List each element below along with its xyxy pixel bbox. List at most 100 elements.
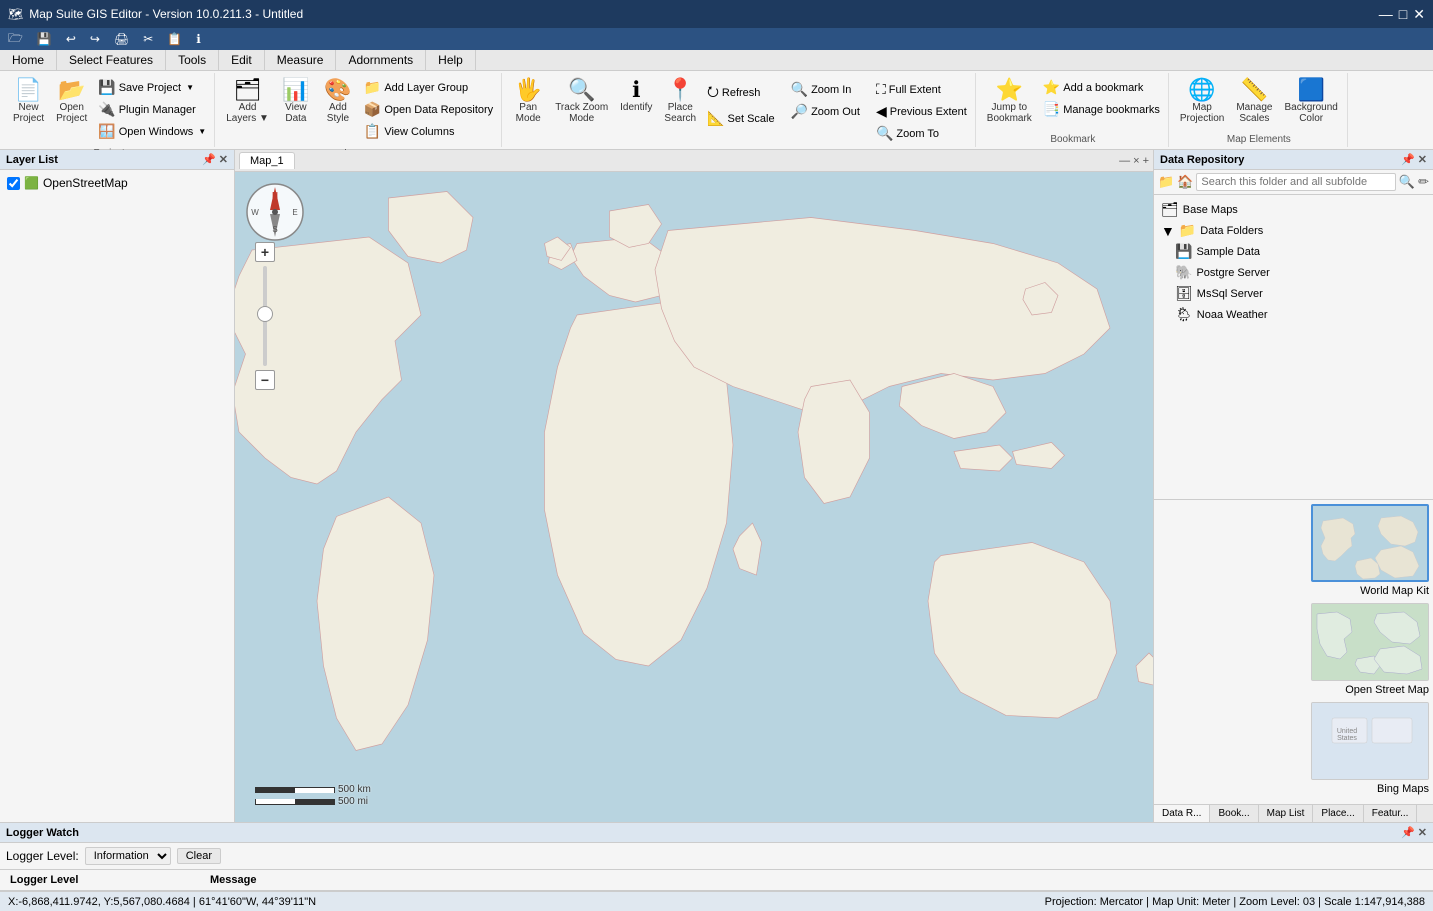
qa-info[interactable]: ℹ	[192, 31, 205, 47]
layer-panel-close[interactable]: ✕	[219, 153, 228, 166]
repo-tab-data[interactable]: Data R...	[1154, 805, 1210, 822]
place-search-button[interactable]: 📍 PlaceSearch	[659, 75, 701, 128]
identify-button[interactable]: ℹ Identify	[615, 75, 657, 117]
zoom-plus-button[interactable]: +	[255, 242, 275, 262]
map-tab[interactable]: Map_1	[239, 152, 295, 169]
open-windows-button[interactable]: 🪟 Open Windows▼	[94, 121, 210, 142]
zoom-thumb[interactable]	[257, 306, 273, 322]
zoom-minus-button[interactable]: −	[255, 370, 275, 390]
tree-sample-data[interactable]: 💾 Sample Data	[1172, 241, 1429, 262]
tab-tools[interactable]: Tools	[166, 50, 219, 70]
save-project-button[interactable]: 💾 Save Project▼	[94, 77, 210, 98]
data-folders-expand: ▼	[1161, 223, 1175, 239]
qa-save[interactable]: 💾	[33, 31, 56, 47]
tree-noaa-weather[interactable]: 🌦 Noaa Weather	[1172, 304, 1429, 325]
open-project-button[interactable]: 📂 OpenProject	[51, 75, 92, 128]
map-expand[interactable]: +	[1143, 155, 1149, 167]
logger-close[interactable]: ✕	[1418, 826, 1427, 839]
tree-data-folders[interactable]: ▼ 📁 Data Folders	[1158, 220, 1429, 241]
layer-panel-pin[interactable]: 📌	[202, 153, 216, 166]
map-tab-title: Map_1	[250, 155, 284, 167]
qa-undo[interactable]: ↩	[62, 31, 80, 47]
title-bar-controls[interactable]: — □ ✕	[1379, 6, 1425, 23]
repo-tab-book[interactable]: Book...	[1210, 805, 1258, 822]
logger-clear-button[interactable]: Clear	[177, 848, 221, 864]
add-layers-button[interactable]: 🗂 AddLayers ▼	[221, 75, 274, 128]
tree-mssql-server[interactable]: 🗄 MsSql Server	[1172, 283, 1429, 304]
jump-bookmark-button[interactable]: ⭐ Jump toBookmark	[982, 75, 1037, 128]
map-minimize[interactable]: —	[1119, 155, 1130, 167]
set-scale-button[interactable]: 📐 Set Scale	[703, 108, 779, 129]
open-data-repo-button[interactable]: 📦 Open Data Repository	[360, 99, 497, 120]
ribbon: Home Select Features Tools Edit Measure …	[0, 50, 1433, 150]
view-data-button[interactable]: 📊 ViewData	[276, 75, 316, 128]
add-style-button[interactable]: 🎨 AddStyle	[318, 75, 358, 128]
map-projection-button[interactable]: 🌐 MapProjection	[1175, 75, 1229, 128]
pan-mode-button[interactable]: 🖐 PanMode	[508, 75, 548, 128]
tab-select-features[interactable]: Select Features	[57, 50, 166, 70]
manage-bookmarks-button[interactable]: 📑 Manage bookmarks	[1039, 99, 1164, 120]
ribbon-group-bookmark: ⭐ Jump toBookmark ⭐ Add a bookmark 📑 Man…	[978, 73, 1169, 147]
tree-postgre-server[interactable]: 🐘 Postgre Server	[1172, 262, 1429, 283]
tab-adornments[interactable]: Adornments	[336, 50, 426, 70]
repo-pin[interactable]: 📌	[1401, 153, 1415, 166]
app-icon: 🗺	[8, 7, 23, 21]
tree-base-maps[interactable]: 🗂 Base Maps	[1158, 199, 1429, 220]
qa-redo[interactable]: ↪	[86, 31, 104, 47]
repo-header: Data Repository 📌 ✕	[1154, 150, 1433, 170]
qa-cut[interactable]: ✂	[139, 31, 157, 47]
add-layer-group-button[interactable]: 📁 Add Layer Group	[360, 77, 497, 98]
repo-edit-icon[interactable]: ✏	[1418, 174, 1429, 190]
close-button[interactable]: ✕	[1413, 6, 1425, 23]
thumb-open-street-map[interactable]: Open Street Map	[1158, 603, 1429, 696]
repo-tab-place[interactable]: Place...	[1313, 805, 1363, 822]
repo-tab-feature[interactable]: Featur...	[1364, 805, 1418, 822]
prev-extent-button[interactable]: ◀ Previous Extent	[872, 101, 971, 122]
bookmark-icon: ⭐	[996, 79, 1023, 101]
layers-small-btns: 📁 Add Layer Group 📦 Open Data Repository…	[360, 75, 497, 144]
track-zoom-button[interactable]: 🔍 Track ZoomMode	[550, 75, 613, 128]
manage-scales-button[interactable]: 📏 ManageScales	[1231, 75, 1277, 128]
logger-level-select[interactable]: Information Debug Warning Error	[85, 847, 171, 865]
data-repo-icon: 📦	[364, 101, 381, 118]
map-tab-bar: Map_1 — × +	[235, 150, 1153, 172]
qa-new[interactable]: 🗁	[4, 28, 27, 51]
qa-paste[interactable]: 📋	[163, 31, 186, 47]
world-map-kit-label: World Map Kit	[1360, 585, 1429, 597]
add-bookmark-button[interactable]: ⭐ Add a bookmark	[1039, 77, 1164, 98]
map-canvas[interactable]: N S W E + −	[235, 172, 1153, 822]
zoom-out-button[interactable]: 🔎 Zoom Out	[787, 101, 864, 122]
tab-edit[interactable]: Edit	[219, 50, 265, 70]
zoom-in-button[interactable]: 🔍 Zoom In	[787, 79, 864, 100]
search-icon[interactable]: 🔍	[1399, 174, 1415, 190]
qa-print[interactable]: 🖨	[110, 31, 133, 47]
tab-home[interactable]: Home	[0, 50, 57, 70]
view-data-icon: 📊	[282, 79, 309, 101]
map-restore[interactable]: ×	[1133, 155, 1139, 167]
layer-item[interactable]: 🟩 OpenStreetMap	[4, 174, 230, 192]
zoom-to-button[interactable]: 🔍 Zoom To	[872, 123, 971, 144]
zoom-slider[interactable]	[263, 266, 267, 366]
repo-search-input[interactable]	[1196, 173, 1396, 191]
layer-checkbox[interactable]	[7, 177, 20, 190]
repo-home-icon: 🏠	[1177, 174, 1193, 190]
status-coords: X:-6,868,411.9742, Y:5,567,080.4684 | 61…	[8, 896, 316, 908]
full-extent-button[interactable]: ⛶ Full Extent	[872, 79, 971, 100]
tab-help[interactable]: Help	[426, 50, 476, 70]
minimize-button[interactable]: —	[1379, 6, 1393, 23]
repo-tab-map-list[interactable]: Map List	[1259, 805, 1314, 822]
thumb-world-map-kit[interactable]: World Map Kit	[1158, 504, 1429, 597]
plugin-manager-button[interactable]: 🔌 Plugin Manager	[94, 99, 210, 120]
logger-pin[interactable]: 📌	[1401, 826, 1415, 839]
full-extent-icon: ⛶	[876, 81, 886, 98]
repo-close[interactable]: ✕	[1418, 153, 1427, 166]
refresh-button[interactable]: ⭮ Refresh	[703, 79, 779, 107]
background-color-button[interactable]: 🟦 BackgroundColor	[1279, 75, 1342, 128]
view-columns-button[interactable]: 📋 View Columns	[360, 121, 497, 142]
manage-bookmarks-icon: 📑	[1043, 101, 1060, 118]
maximize-button[interactable]: □	[1399, 6, 1407, 23]
new-project-button[interactable]: 📄 NewProject	[8, 75, 49, 128]
tab-measure[interactable]: Measure	[265, 50, 337, 70]
thumb-bing-maps[interactable]: United States Bing Maps	[1158, 702, 1429, 795]
project-buttons: 📄 NewProject 📂 OpenProject 💾 Save Projec…	[8, 73, 210, 146]
